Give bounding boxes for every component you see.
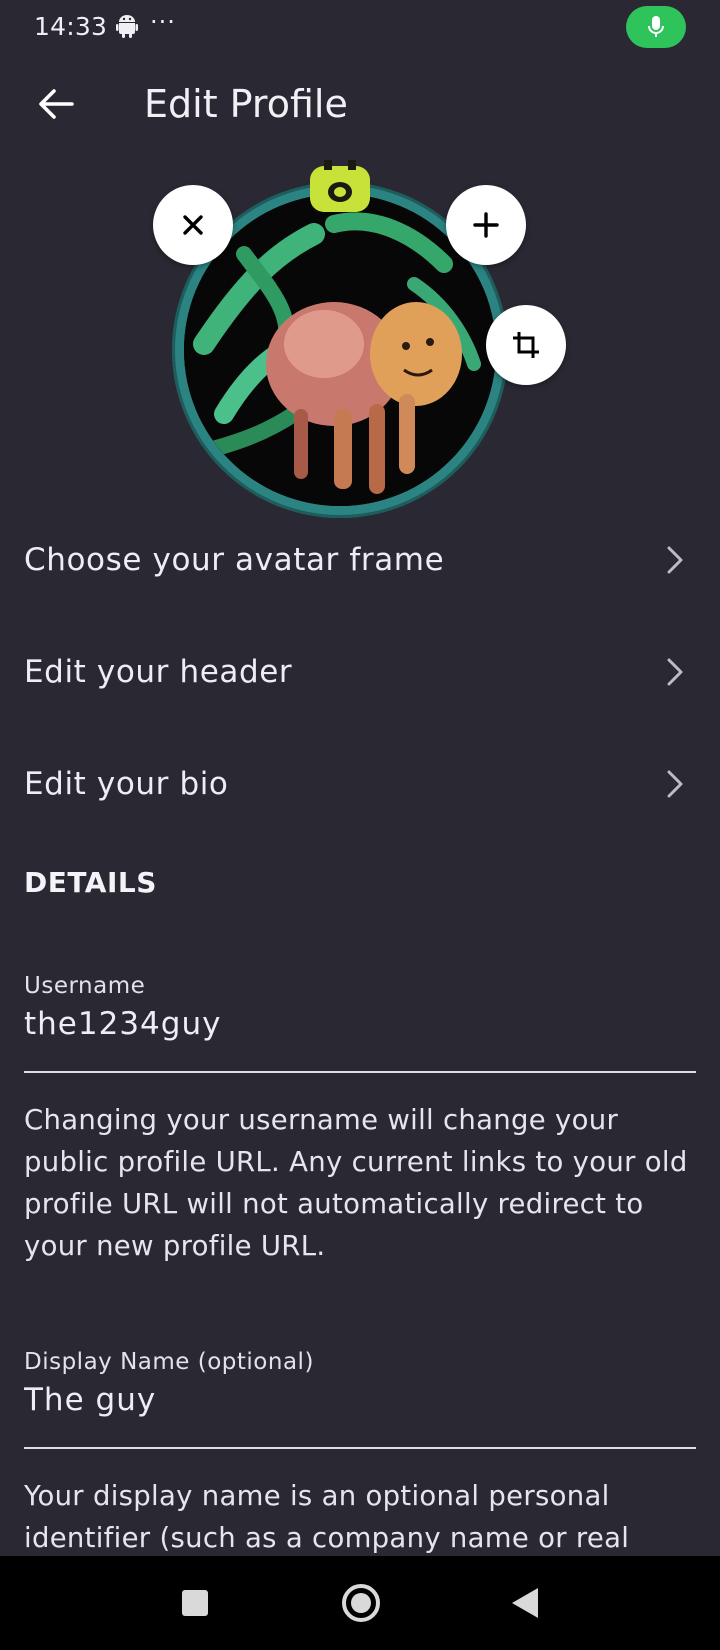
menu-item-label: Choose your avatar frame <box>24 542 445 578</box>
display-name-label: Display Name (optional) <box>24 1349 314 1375</box>
username-input[interactable] <box>24 1006 696 1042</box>
display-name-input[interactable] <box>24 1382 696 1418</box>
mic-indicator[interactable] <box>626 6 686 48</box>
back-button[interactable] <box>30 78 82 130</box>
menu-item-header[interactable]: Edit your header <box>0 622 720 722</box>
username-help-text: Changing your username will change your … <box>24 1104 688 1262</box>
android-icon <box>116 14 138 42</box>
username-label: Username <box>24 973 146 999</box>
page-title: Edit Profile <box>144 82 348 126</box>
mic-icon <box>648 16 664 37</box>
section-heading-details: DETAILS <box>24 866 157 899</box>
close-icon <box>183 215 203 235</box>
frame-ornament <box>306 160 374 216</box>
crop-icon <box>513 332 539 358</box>
edit-profile-screen: 14:33 ··· Edit Profile Choose your avata… <box>0 0 720 1650</box>
menu-item-bio[interactable]: Edit your bio <box>0 734 720 834</box>
menu-item-label: Edit your bio <box>24 766 229 802</box>
home-circle-icon <box>342 1584 380 1622</box>
system-nav-bar <box>0 1556 720 1650</box>
status-time: 14:33 <box>34 12 108 41</box>
crop-avatar-button[interactable] <box>486 305 566 385</box>
back-nav-button[interactable] <box>500 1556 550 1650</box>
arrow-left-icon <box>39 89 74 119</box>
back-triangle-icon <box>512 1588 538 1618</box>
menu-item-label: Edit your header <box>24 654 293 690</box>
recents-button[interactable] <box>170 1556 220 1650</box>
status-bar: 14:33 ··· <box>0 0 720 54</box>
remove-avatar-button[interactable] <box>153 185 233 265</box>
square-icon <box>182 1590 208 1616</box>
display-name-underline <box>24 1447 696 1449</box>
more-notifications-icon: ··· <box>150 8 176 36</box>
chevron-right-icon <box>667 658 683 686</box>
add-avatar-button[interactable] <box>446 185 526 265</box>
display-name-help-text: Your display name is an optional persona… <box>24 1480 630 1554</box>
plus-icon <box>473 212 499 238</box>
chevron-right-icon <box>667 546 683 574</box>
chevron-right-icon <box>667 770 683 798</box>
home-button[interactable] <box>336 1556 386 1650</box>
username-underline <box>24 1071 696 1073</box>
menu-item-avatar-frame[interactable]: Choose your avatar frame <box>0 510 720 610</box>
